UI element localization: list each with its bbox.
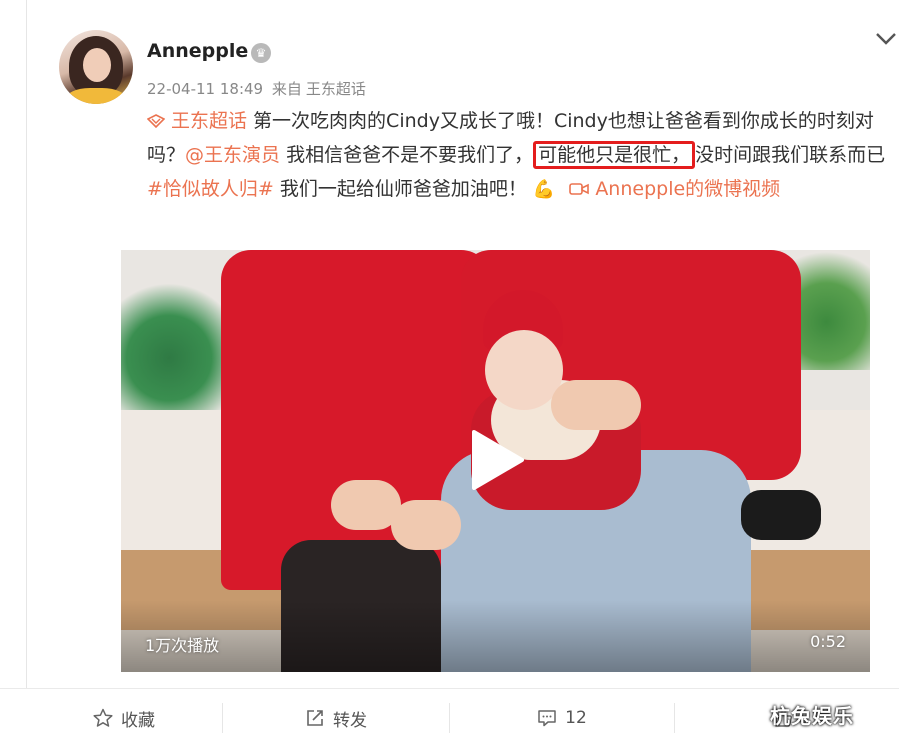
topic-label: 王东超话: [171, 110, 248, 132]
mention-link[interactable]: @王东演员: [185, 144, 280, 166]
super-topic-diamond-icon: [147, 114, 165, 128]
comment-icon: [538, 710, 556, 727]
video-source-label: Annepple的微博视频: [595, 178, 781, 200]
post-source[interactable]: 王东超话: [306, 80, 366, 98]
star-icon: [93, 708, 113, 727]
repost-button[interactable]: 转发: [223, 689, 449, 747]
video-duration: 0:52: [810, 632, 846, 651]
video-black-mask: [741, 490, 821, 540]
chevron-down-icon[interactable]: [875, 32, 897, 46]
video-bottom-gradient: [121, 600, 870, 672]
avatar[interactable]: [59, 30, 133, 104]
repost-label: 转发: [333, 710, 367, 731]
video-hand-right: [391, 500, 461, 550]
text-part-3: 没时间跟我们联系而已: [695, 144, 886, 166]
favorite-button[interactable]: 收藏: [26, 689, 222, 747]
video-source-link[interactable]: Annepple的微博视频: [569, 178, 780, 200]
watermark-text: 杭兔娱乐: [770, 704, 854, 728]
comment-button[interactable]: 12: [450, 689, 674, 747]
comment-count: 12: [565, 708, 587, 728]
text-part-2: 我相信爸爸不是不要我们了，: [280, 144, 534, 166]
video-player[interactable]: 1万次播放 0:52: [121, 250, 870, 672]
post-text: 王东超话 第一次吃肉肉的Cindy又成长了哦！Cindy也想让爸爸看到你成长的时…: [147, 104, 892, 207]
flexed-biceps-emoji: 💪: [532, 179, 556, 200]
text-part-4: 我们一起给仙师爸爸加油吧！: [273, 178, 527, 200]
member-badge-icon: ♛: [251, 43, 271, 63]
post-action-bar: 收藏 转发 12: [0, 688, 899, 747]
hashtag-link[interactable]: #恰似故人归#: [147, 178, 274, 200]
post-timestamp[interactable]: 22-04-11 18:49: [147, 80, 263, 98]
video-hand-holding: [551, 380, 641, 430]
favorite-label: 收藏: [121, 710, 155, 731]
topic-link[interactable]: 王东超话: [147, 110, 247, 132]
play-icon[interactable]: [470, 430, 524, 490]
repost-icon: [307, 710, 323, 726]
highlighted-text: 可能他只是很忙，: [533, 141, 696, 169]
video-camera-icon: [569, 183, 590, 195]
post-meta: 22-04-11 18:49 来自 王东超话: [147, 78, 370, 99]
video-view-count: 1万次播放: [145, 636, 220, 655]
author-name[interactable]: Annepple: [147, 40, 248, 62]
source-prefix: 来自: [271, 80, 302, 98]
